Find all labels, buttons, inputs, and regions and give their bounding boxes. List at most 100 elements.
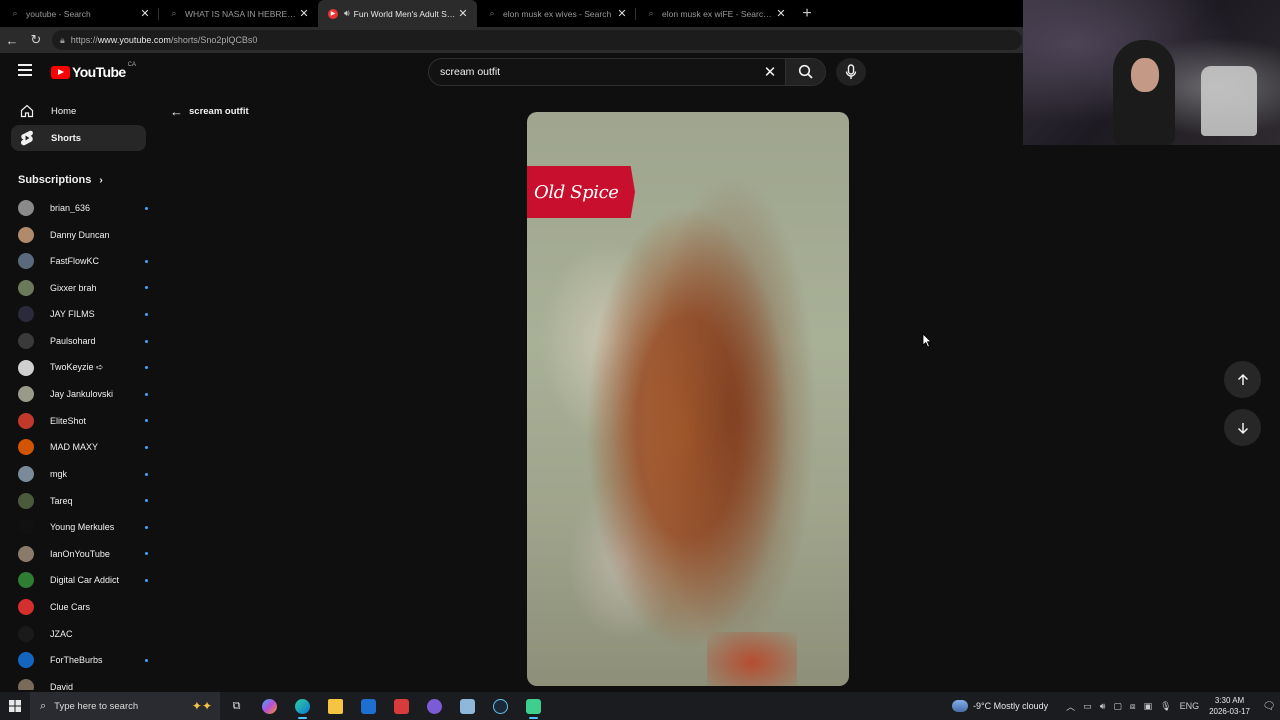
subscription-item[interactable]: Jay Jankulovski: [18, 384, 148, 404]
chevron-up-icon[interactable]: ︿: [1066, 700, 1075, 713]
new-content-dot: [145, 445, 148, 449]
browser-tab-active[interactable]: ▶ 🔊︎ Fun World Men's Adult Scream ✕: [318, 0, 477, 27]
old-spice-logo: Old Spice: [527, 166, 635, 218]
url-field[interactable]: 🔒︎ https://www.youtube.com/shorts/Sno2pl…: [52, 30, 1022, 50]
clock[interactable]: 3:30 AM 2026-03-17: [1209, 695, 1250, 717]
refresh-button[interactable]: ↻: [24, 28, 48, 52]
home-icon: [19, 103, 35, 119]
browser-tab[interactable]: ⌕ elon musk ex wives - Search ✕: [477, 0, 636, 27]
avatar: [18, 492, 34, 509]
chevron-right-icon: ›: [99, 174, 103, 186]
close-icon[interactable]: ✕: [139, 7, 151, 20]
close-icon[interactable]: ✕: [298, 7, 310, 20]
weather-widget[interactable]: -9°C Mostly cloudy: [952, 700, 1048, 712]
subscription-item[interactable]: ForTheBurbs: [18, 650, 148, 670]
display-icon[interactable]: ▢: [1113, 701, 1122, 712]
browser-tab[interactable]: ⌕ youtube - Search ✕: [0, 0, 159, 27]
notification-icon[interactable]: 🗨︎: [1258, 701, 1280, 712]
subscription-item[interactable]: Clue Cars: [18, 597, 148, 617]
subscription-item[interactable]: Danny Duncan: [18, 225, 148, 245]
subscription-item[interactable]: Paulsohard: [18, 331, 148, 351]
search-icon: ⌕: [171, 8, 177, 18]
notepad-app[interactable]: [451, 692, 484, 720]
subscription-name: Tareq: [50, 495, 73, 506]
subscription-name: JZAC: [50, 628, 73, 639]
microphone-icon[interactable]: 🎙︎: [1160, 701, 1171, 712]
avatar: [18, 652, 34, 669]
volume-icon[interactable]: 🔊︎: [1100, 701, 1106, 712]
file-explorer-app[interactable]: [319, 692, 352, 720]
weather-text: -9°C Mostly cloudy: [973, 701, 1049, 711]
new-content-dot: [145, 392, 148, 396]
copilot-app[interactable]: [253, 692, 286, 720]
battery-icon[interactable]: ▭: [1083, 701, 1092, 712]
sidebar-item-shorts[interactable]: Shorts: [11, 125, 146, 151]
back-to-results[interactable]: ← scream outfit: [170, 104, 249, 119]
copilot-icon: [262, 698, 277, 714]
subscription-item[interactable]: IanOnYouTube: [18, 544, 148, 564]
voice-search-button[interactable]: [836, 58, 866, 86]
new-tab-button[interactable]: +: [795, 0, 819, 27]
close-icon[interactable]: ✕: [775, 7, 787, 20]
shorts-video-player[interactable]: Old Spice: [527, 112, 849, 686]
search-button[interactable]: [785, 59, 825, 85]
microphone-icon: [845, 64, 857, 79]
network-icon[interactable]: ⧈: [1130, 701, 1136, 712]
browser-tab[interactable]: ⌕ elon musk ex wiFE - Search Images ✕: [636, 0, 795, 27]
avatar: [18, 359, 34, 376]
close-icon[interactable]: ✕: [457, 7, 469, 20]
subscription-item[interactable]: MAD MAXY: [18, 437, 148, 457]
subscription-item[interactable]: Young Merkules: [18, 517, 148, 537]
subscription-item[interactable]: mgk: [18, 464, 148, 484]
sidebar-item-home[interactable]: Home: [11, 98, 146, 124]
back-button[interactable]: ←: [0, 28, 24, 52]
subscription-name: David: [50, 681, 74, 690]
subscriptions-label: Subscriptions: [18, 174, 92, 186]
avatar: [18, 545, 34, 562]
subscription-item[interactable]: EliteShot: [18, 411, 148, 431]
start-button[interactable]: [0, 692, 30, 720]
edge-app[interactable]: [286, 692, 319, 720]
subscription-item[interactable]: FastFlowKC: [18, 251, 148, 271]
subscription-item[interactable]: TwoKeyzie ➪: [18, 358, 148, 378]
previous-short-button[interactable]: [1224, 361, 1261, 398]
taskbar-search[interactable]: ⌕ Type here to search ✦✦: [30, 692, 220, 720]
clear-search-icon[interactable]: ✕: [755, 63, 785, 81]
subscription-item[interactable]: Tareq: [18, 491, 148, 511]
subscription-name: Clue Cars: [50, 602, 91, 612]
task-view-button[interactable]: ⧉: [220, 692, 253, 720]
camera-icon[interactable]: ▣: [1144, 701, 1153, 712]
discord-app[interactable]: [418, 692, 451, 720]
mouse-cursor-icon: [922, 333, 932, 348]
subscription-item[interactable]: Gixxer brah: [18, 278, 148, 298]
speaker-icon[interactable]: 🔊︎: [344, 8, 350, 19]
tab-title: elon musk ex wiFE - Search Images: [662, 8, 775, 19]
avatar: [18, 226, 34, 243]
obs-app[interactable]: [517, 692, 550, 720]
subscription-item[interactable]: JZAC: [18, 624, 148, 644]
outlook-app[interactable]: [352, 692, 385, 720]
arrow-down-icon: [1237, 422, 1248, 434]
lock-icon: 🔒︎: [60, 34, 65, 45]
avatar: [18, 386, 34, 403]
url-prefix: https://: [70, 35, 98, 45]
subscriptions-heading[interactable]: Subscriptions ›: [18, 174, 103, 186]
next-short-button[interactable]: [1224, 409, 1261, 446]
menu-icon[interactable]: [18, 64, 34, 78]
new-content-dot: [145, 658, 148, 662]
language-indicator[interactable]: ENG: [1180, 701, 1200, 711]
browser-tab[interactable]: ⌕ WHAT IS NASA IN HEBREW - Search ✕: [159, 0, 318, 27]
steam-app[interactable]: [484, 692, 517, 720]
gift-app[interactable]: [385, 692, 418, 720]
subscription-item[interactable]: David: [18, 677, 148, 690]
close-icon[interactable]: ✕: [616, 7, 628, 20]
address-bar-row: ← ↻ 🔒︎ https://www.youtube.com/shorts/Sn…: [0, 27, 1024, 53]
subscription-item[interactable]: JAY FILMS: [18, 304, 148, 324]
clock-time: 3:30 AM: [1214, 696, 1245, 705]
search-input[interactable]: [429, 66, 755, 78]
youtube-logo[interactable]: YouTube CA: [51, 62, 136, 80]
subscription-item[interactable]: Digital Car Addict: [18, 570, 148, 590]
search-icon: ⌕: [648, 8, 654, 18]
subscription-item[interactable]: brian_636: [18, 198, 148, 218]
tab-title: WHAT IS NASA IN HEBREW - Search: [185, 8, 298, 19]
